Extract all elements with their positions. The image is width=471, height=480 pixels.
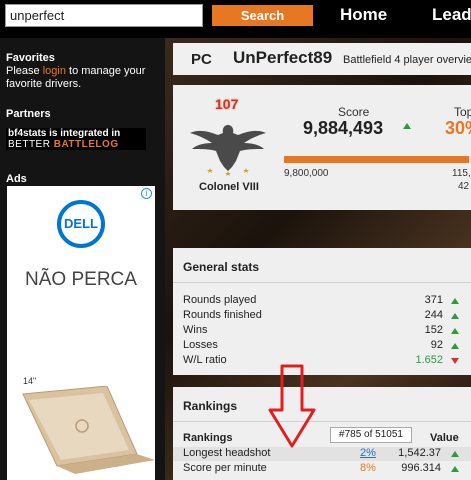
game-description: Battlefield 4 player overvie (343, 54, 471, 66)
ranking-percentile-link[interactable]: 2% (360, 447, 376, 459)
ads-heading: Ads (6, 173, 27, 185)
dell-logo: DELL (57, 200, 105, 248)
login-link[interactable]: login (43, 65, 66, 77)
favorites-text-before: Please (6, 65, 43, 77)
nav-home-link[interactable]: Home (340, 5, 387, 25)
trend-up-icon (451, 298, 459, 304)
ranking-value: 1,542.37 (398, 447, 441, 459)
colonel-eagle-icon (190, 125, 266, 176)
stat-label: Wins (183, 324, 208, 336)
ad-laptop-size: 14" (23, 376, 37, 386)
ranking-percentile: 8% (360, 462, 376, 474)
partners-heading: Partners (6, 108, 51, 120)
nav-leaderboards-link[interactable]: Lead (432, 5, 471, 25)
stat-label: W/L ratio (183, 354, 227, 366)
platform-label: PC (191, 51, 212, 68)
favorites-text: Please login to manage your favorite dri… (6, 65, 158, 91)
trend-up-icon (451, 313, 459, 319)
top-sub-value-1: 115, (452, 168, 471, 179)
rank-tooltip: #785 of 51051 (330, 427, 412, 443)
value-column-header: Value (430, 432, 459, 444)
player-header: PC UnPerfect89 Battlefield 4 player over… (173, 43, 471, 75)
ranking-row-longest-headshot: Longest headshot 2% 1,542.37 (173, 447, 471, 461)
rankings-divider (173, 421, 471, 422)
stat-row-wl-ratio: W/L ratio 1.652 (183, 354, 463, 368)
sidebar: Favorites Please login to manage your fa… (0, 38, 165, 480)
rank-name: Colonel VIII (199, 181, 259, 193)
ranking-value: 996.314 (401, 462, 441, 474)
top-sub-value-2: 42 (458, 181, 470, 192)
partner-line-2-a: BETTER (8, 139, 54, 150)
trend-up-icon (451, 451, 459, 457)
player-name: UnPerfect89 (233, 48, 333, 67)
stat-label: Rounds finished (183, 309, 262, 321)
ranking-row-score-per-minute: Score per minute 8% 996.314 (173, 462, 471, 476)
general-stats-title: General stats (183, 260, 260, 274)
favorites-heading: Favorites (6, 52, 55, 64)
ad-headline: NÃO PERCA (25, 269, 137, 290)
score-up-arrow-icon (403, 123, 411, 129)
ranking-label: Score per minute (183, 462, 267, 474)
search-button[interactable]: Search (212, 5, 313, 26)
partner-line-2-b: BATTLELOG (53, 139, 119, 150)
score-value: 9,884,493 (303, 118, 384, 138)
rankings-column-header: Rankings (183, 432, 233, 444)
partner-line-1: bf4stats is integrated in (8, 128, 121, 139)
dell-ad[interactable]: i DELL NÃO PERCA 14" (7, 186, 155, 480)
stat-value: 244 (424, 309, 443, 321)
ranking-label: Longest headshot (183, 447, 271, 459)
partner-line-2: BETTER BATTLELOG (8, 139, 146, 150)
trend-up-icon (451, 343, 459, 349)
stat-value: 371 (424, 294, 443, 306)
rank-progress-bar (284, 156, 471, 163)
rank-number: 107 (215, 96, 239, 112)
general-stats-panel: General stats Rounds played 371 Rounds f… (173, 248, 471, 375)
search-input[interactable] (5, 4, 203, 27)
rank-panel: 107 Colonel VIII Score 9,884,493 Top 30%… (173, 85, 471, 210)
ad-info-icon[interactable]: i (141, 188, 152, 199)
score-label: Score (338, 105, 370, 119)
stat-label: Rounds played (183, 294, 257, 306)
stat-row-losses: Losses 92 (183, 339, 463, 353)
stat-row-rounds-played: Rounds played 371 (183, 294, 463, 308)
top-label: Top (454, 105, 471, 119)
trend-down-icon (451, 358, 459, 364)
trend-up-icon (451, 466, 459, 472)
stat-value: 152 (424, 324, 443, 336)
stat-value: 1.652 (415, 354, 443, 366)
red-annotation-arrow-icon (268, 364, 316, 448)
stat-label: Losses (183, 339, 218, 351)
rankings-panel: Rankings Rankings Value #785 of 51051 Lo… (173, 387, 471, 480)
progress-start-value: 9,800,000 (284, 168, 329, 179)
stat-row-rounds-finished: Rounds finished 244 (183, 309, 463, 323)
laptop-image (22, 386, 155, 474)
trend-up-icon (451, 328, 459, 334)
rank-progress-fill (284, 156, 470, 163)
stat-value: 92 (430, 339, 443, 351)
top-bar: Search Home Lead (0, 0, 471, 38)
better-battlelog-banner[interactable]: bf4stats is integrated in BETTER BATTLEL… (6, 128, 146, 150)
stat-row-wins: Wins 152 (183, 324, 463, 338)
top-value: 30% (445, 118, 471, 138)
rankings-title: Rankings (183, 399, 238, 413)
general-stats-divider (173, 282, 471, 283)
